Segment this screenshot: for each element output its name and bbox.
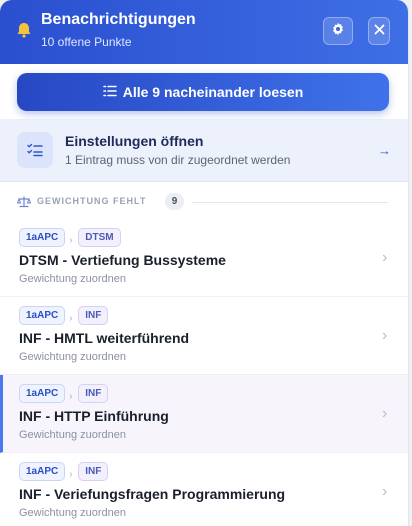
panel-subtitle: 10 offene Punkte — [41, 35, 132, 49]
subject-chip: INF — [78, 306, 109, 325]
separator — [69, 237, 74, 238]
class-chip: 1aAPC — [19, 462, 66, 481]
class-chip: 1aAPC — [19, 384, 66, 403]
list-item[interactable]: 1aAPC INF INF - HMTL weiterführend Gewic… — [0, 297, 408, 375]
separator — [69, 393, 74, 394]
section-count-badge: 9 — [165, 193, 184, 210]
settings-card-title: Einstellungen öffnen — [65, 133, 204, 149]
arrow-right-icon: → — [378, 143, 391, 158]
item-subtitle: Gewichtung zuordnen — [19, 429, 127, 441]
list-item[interactable]: 1aAPC INF INF - Veriefungsfragen Program… — [0, 453, 408, 526]
gear-icon — [331, 22, 345, 41]
settings-button[interactable] — [323, 17, 353, 45]
section-label: GEWICHTUNG FEHLT — [37, 196, 147, 206]
list-item[interactable]: 1aAPC INF INF - HTTP Einführung Gewichtu… — [0, 375, 408, 453]
item-subtitle: Gewichtung zuordnen — [19, 351, 127, 363]
open-settings-card[interactable]: Einstellungen öffnen 1 Eintrag muss von … — [0, 120, 408, 182]
list-icon — [102, 84, 117, 100]
checklist-icon — [17, 132, 53, 168]
item-title: INF - Veriefungsfragen Programmierung — [19, 486, 286, 502]
panel-header: Benachrichtigungen 10 offene Punkte — [0, 0, 408, 64]
chevron-right-icon: › — [382, 327, 388, 344]
class-chip: 1aAPC — [19, 228, 66, 247]
item-title: DTSM - Vertiefung Bussysteme — [19, 252, 226, 268]
scale-icon — [16, 195, 32, 213]
item-subtitle: Gewichtung zuordnen — [19, 273, 127, 285]
close-button[interactable] — [368, 17, 390, 45]
chevron-right-icon: › — [382, 483, 388, 500]
section-divider — [192, 202, 388, 203]
solve-all-label: Alle 9 nacheinander loesen — [122, 84, 304, 100]
chevron-right-icon: › — [382, 249, 388, 266]
item-tags: 1aAPC INF — [19, 306, 109, 325]
subject-chip: INF — [78, 462, 109, 481]
item-tags: 1aAPC INF — [19, 462, 109, 481]
item-tags: 1aAPC INF — [19, 384, 109, 403]
bell-icon — [15, 21, 33, 39]
list-item[interactable]: 1aAPC DTSM DTSM - Vertiefung Bussysteme … — [0, 219, 408, 297]
subject-chip: INF — [78, 384, 109, 403]
item-tags: 1aAPC DTSM — [19, 228, 121, 247]
item-title: INF - HTTP Einführung — [19, 408, 169, 424]
section-header: GEWICHTUNG FEHLT 9 — [0, 191, 408, 213]
notifications-panel: Benachrichtigungen 10 offene Punkte Alle… — [0, 0, 409, 526]
close-icon — [374, 22, 385, 40]
settings-card-subtitle: 1 Eintrag muss von dir zugeordnet werden — [65, 153, 291, 167]
separator — [69, 471, 74, 472]
subject-chip: DTSM — [78, 228, 121, 247]
item-title: INF - HMTL weiterführend — [19, 330, 190, 346]
solve-all-area: Alle 9 nacheinander loesen — [0, 64, 408, 120]
solve-all-button[interactable]: Alle 9 nacheinander loesen — [17, 73, 389, 111]
panel-title: Benachrichtigungen — [41, 11, 196, 28]
separator — [69, 315, 74, 316]
item-subtitle: Gewichtung zuordnen — [19, 507, 127, 519]
class-chip: 1aAPC — [19, 306, 66, 325]
chevron-right-icon: › — [382, 405, 388, 422]
